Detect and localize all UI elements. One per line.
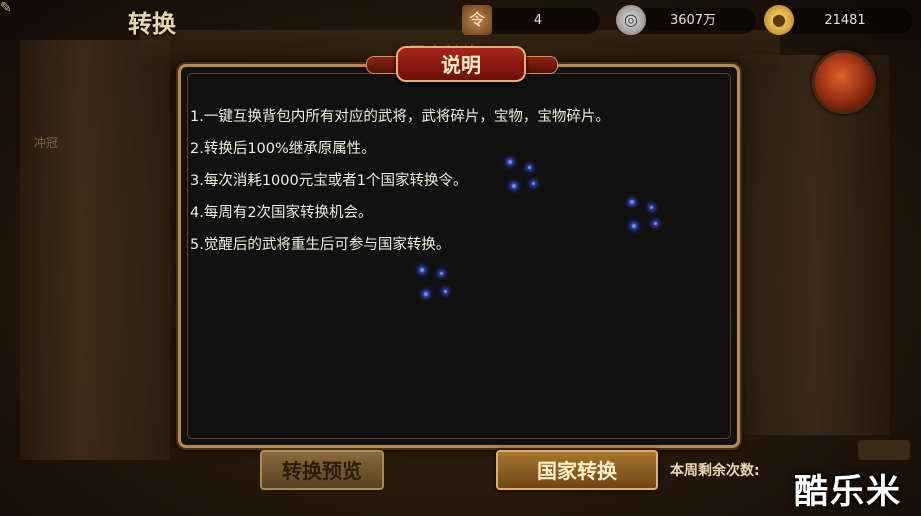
sparkle-particle bbox=[528, 166, 531, 169]
token-icon: 令 bbox=[462, 5, 492, 35]
description-line-3: 3.每次消耗1000元宝或者1个国家转换令。 bbox=[190, 173, 468, 189]
site-watermark: 酷乐米 bbox=[794, 472, 902, 512]
sparkle-particle bbox=[444, 290, 447, 293]
sparkle-particle bbox=[440, 272, 443, 275]
left-scroll-decoration bbox=[20, 40, 170, 460]
description-line-5: 5.觉醒后的武将重生后可参与国家转换。 bbox=[190, 237, 451, 253]
resource-gold-value: 21481 bbox=[824, 13, 866, 28]
remaining-count-slot bbox=[858, 440, 910, 460]
resource-token-value: 4 bbox=[533, 13, 543, 28]
description-line-4: 4.每周有2次国家转换机会。 bbox=[190, 205, 373, 221]
resource-token: 令 4 bbox=[462, 5, 600, 35]
resource-gold: ● 21481 bbox=[764, 5, 912, 35]
sparkle-particle bbox=[650, 206, 653, 209]
sparkle-particle bbox=[508, 160, 512, 164]
sparkle-particle bbox=[532, 182, 535, 185]
dialog-description: 1.一键互换背包内所有对应的武将，武将碎片，宝物，宝物碎片。 2.转换后100%… bbox=[190, 106, 730, 266]
weekly-remaining-label: 本周剩余次数: bbox=[670, 463, 760, 479]
resource-silver: ◎ 3607万 bbox=[616, 5, 756, 35]
sparkle-particle bbox=[512, 184, 516, 188]
country-conversion-button[interactable]: 国家转换 bbox=[496, 450, 658, 490]
dialog-header-right-wing bbox=[522, 56, 558, 74]
side-label: 冲冠 bbox=[34, 136, 59, 150]
resource-silver-value: 3607万 bbox=[669, 13, 717, 28]
page-title: 转换 bbox=[128, 9, 176, 38]
sparkle-particle bbox=[654, 222, 657, 225]
sparkle-particle bbox=[630, 200, 634, 204]
corner-icon: ✎ bbox=[0, 0, 12, 16]
sparkle-particle bbox=[424, 292, 428, 296]
silver-coin-icon: ◎ bbox=[616, 5, 646, 35]
gold-ingot-icon: ● bbox=[764, 5, 794, 35]
sparkle-particle bbox=[632, 224, 636, 228]
dialog-title: 说明 bbox=[396, 46, 526, 82]
sparkle-particle bbox=[420, 268, 424, 272]
conversion-preview-button[interactable]: 转换预览 bbox=[260, 450, 384, 490]
red-orb-button[interactable] bbox=[812, 50, 876, 114]
description-line-2: 2.转换后100%继承原属性。 bbox=[190, 141, 376, 157]
description-line-1: 1.一键互换背包内所有对应的武将，武将碎片，宝物，宝物碎片。 bbox=[190, 109, 610, 125]
right-scroll-decoration bbox=[740, 55, 890, 435]
